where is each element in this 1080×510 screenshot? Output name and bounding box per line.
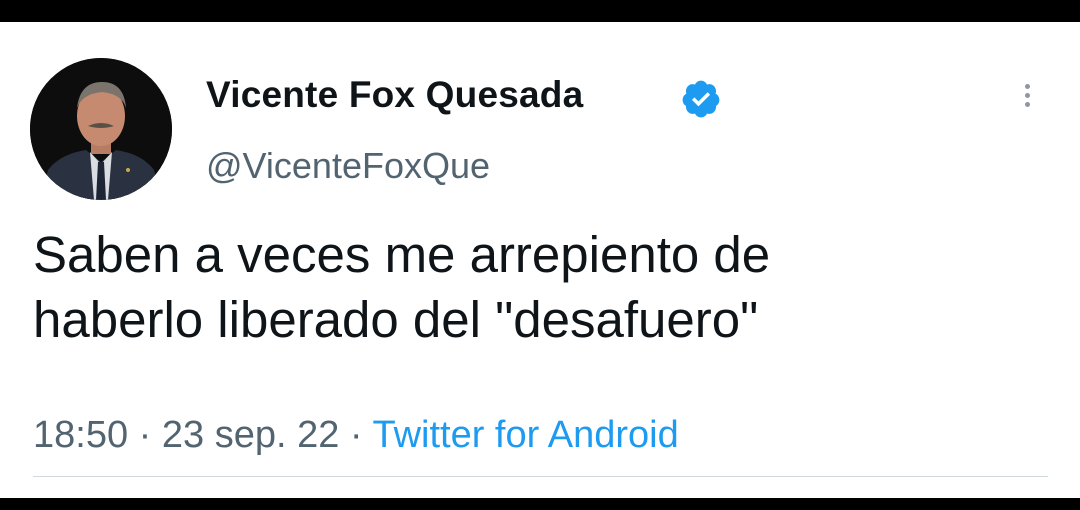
meta-separator: · xyxy=(349,414,363,456)
author-display-name[interactable]: Vicente Fox Quesada xyxy=(206,74,583,116)
author-handle[interactable]: @VicenteFoxQue xyxy=(206,145,490,187)
profile-photo-icon xyxy=(30,58,172,200)
meta-separator: · xyxy=(138,414,152,456)
verified-badge-icon xyxy=(682,80,720,118)
tweet-text: Saben a veces me arrepiento de haberlo l… xyxy=(33,222,1033,352)
more-options-icon[interactable] xyxy=(1010,80,1044,124)
tweet-text-line: haberlo liberado del "desafuero" xyxy=(33,291,759,348)
tweet-source-link[interactable]: Twitter for Android xyxy=(372,414,678,456)
tweet-text-line: Saben a veces me arrepiento de xyxy=(33,226,771,283)
divider xyxy=(33,476,1048,477)
avatar[interactable] xyxy=(30,58,172,200)
tweet-date[interactable]: 23 sep. 22 xyxy=(162,414,339,456)
tweet-time[interactable]: 18:50 xyxy=(33,414,128,456)
tweet-card: Vicente Fox Quesada @VicenteFoxQue Saben… xyxy=(0,22,1080,498)
tweet-meta: 18:50 · 23 sep. 22 · Twitter for Android xyxy=(33,414,679,457)
